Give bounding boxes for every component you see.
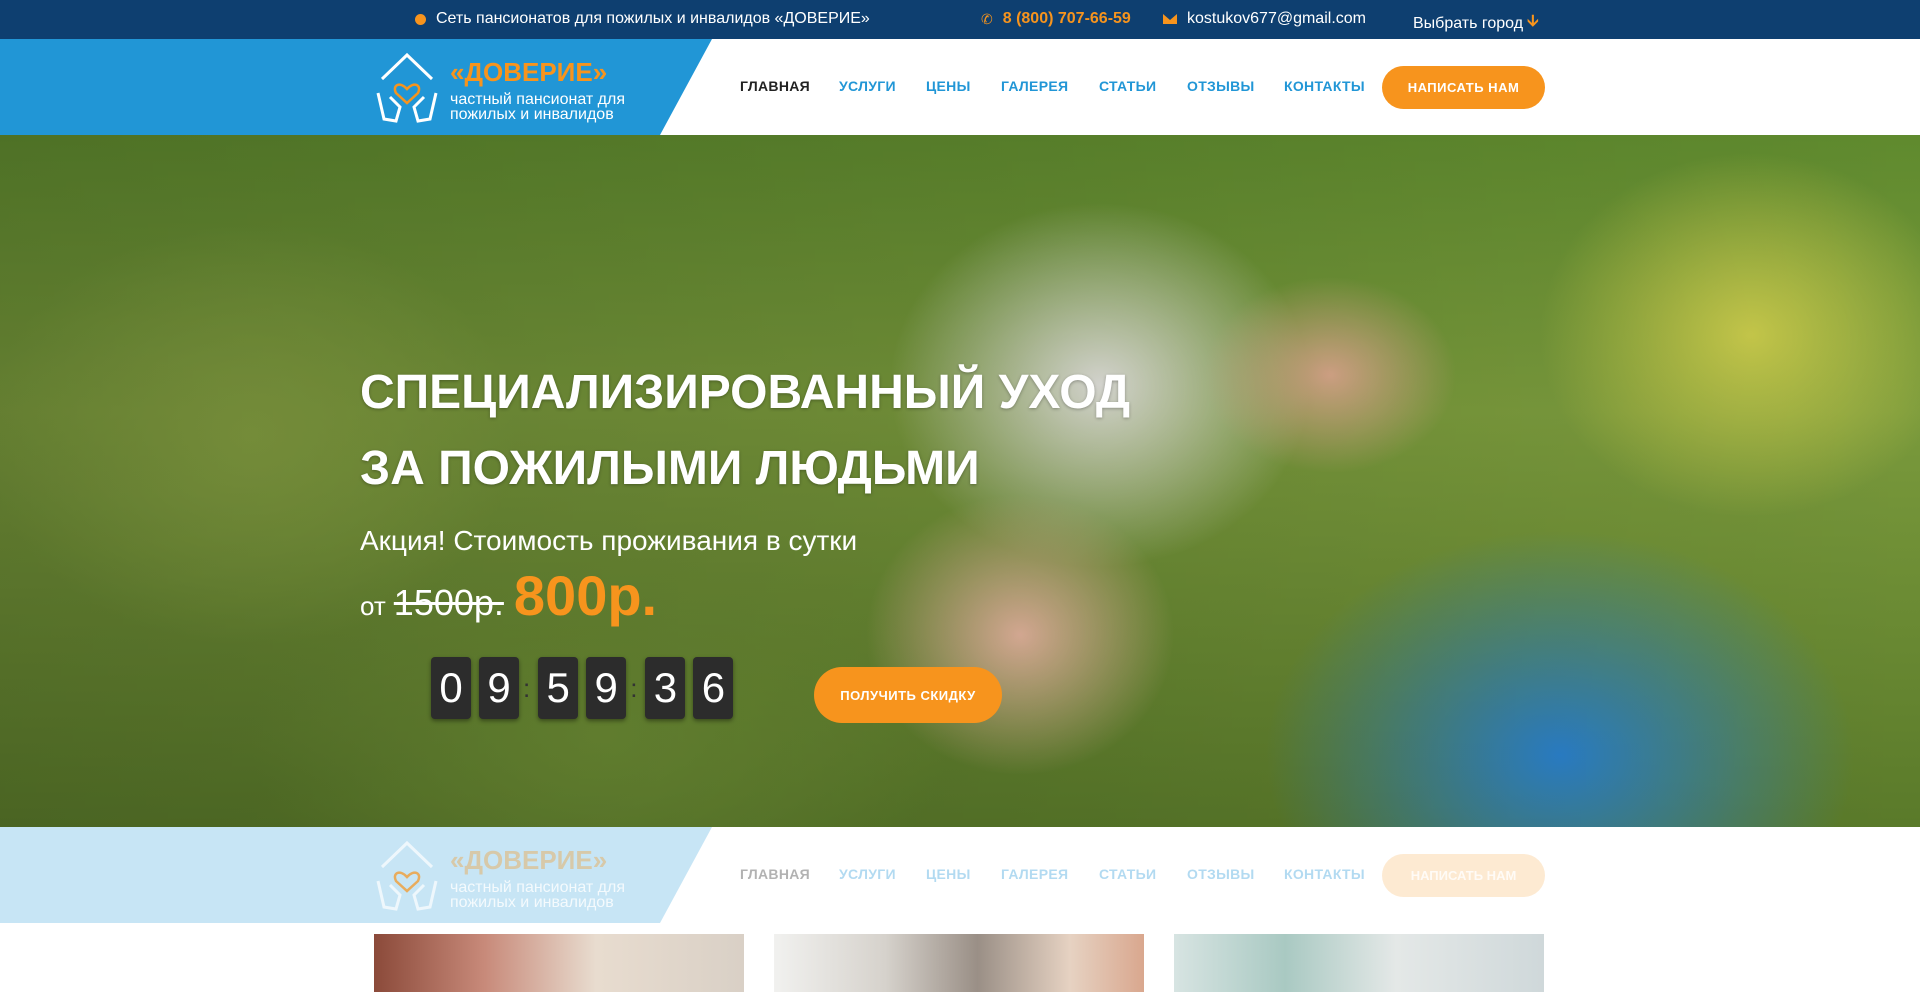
countdown-timer: 0 9 : 5 9 : 3 6 (431, 657, 741, 719)
header: «ДОВЕРИЕ» частный пансионат для пожилых … (0, 39, 1920, 135)
nav-prices[interactable]: ЦЕНЫ (926, 78, 971, 94)
nav-contacts[interactable]: КОНТАКТЫ (1284, 78, 1365, 94)
promo-text: Акция! Стоимость проживания в сутки (360, 525, 858, 556)
phone-number[interactable]: 8 (800) 707-66-59 (1003, 10, 1131, 28)
nav-services[interactable]: УСЛУГИ (839, 78, 896, 94)
price-new: 800р. (513, 564, 658, 627)
ghost-nav-reviews: ОТЗЫВЫ (1187, 866, 1255, 882)
timer-digit: 9 (479, 657, 519, 719)
get-discount-button[interactable]: ПОЛУЧИТЬ СКИДКУ (814, 667, 1002, 723)
logo-icon[interactable] (374, 49, 440, 125)
hero-title-line2: ЗА ПОЖИЛЫМИ ЛЮДЬМИ (360, 442, 980, 495)
contact-us-button[interactable]: НАПИСАТЬ НАМ (1382, 66, 1545, 109)
topbar: Сеть пансионатов для пожилых и инвалидов… (0, 0, 1920, 39)
ghost-logo-subtitle: частный пансионат для пожилых и инвалидо… (450, 879, 626, 911)
ghost-nav-prices: ЦЕНЫ (926, 866, 971, 882)
hero-title-line1: СПЕЦИАЛИЗИРОВАННЫЙ УХОД (360, 366, 1131, 419)
timer-digit: 3 (645, 657, 686, 719)
hero-banner: СПЕЦИАЛИЗИРОВАННЫЙ УХОД ЗА ПОЖИЛЫМИ ЛЮДЬ… (0, 135, 1920, 827)
nav-reviews[interactable]: ОТЗЫВЫ (1187, 78, 1255, 94)
ghost-nav-contacts: КОНТАКТЫ (1284, 866, 1365, 882)
service-card-image[interactable] (374, 934, 744, 992)
ghost-logo-title: «ДОВЕРИЕ» (450, 845, 608, 875)
phone-link[interactable]: ✆ 8 (800) 707-66-59 (981, 10, 1131, 28)
price-row: от 1500р. 800р. (360, 563, 657, 628)
ghost-nav-articles: СТАТЬИ (1099, 866, 1157, 882)
timer-separator: : (630, 672, 638, 703)
ghost-nav-gallery: ГАЛЕРЕЯ (1001, 866, 1069, 882)
phone-icon: ✆ (981, 10, 993, 27)
ghost-nav-services: УСЛУГИ (839, 866, 896, 882)
ghost-logo-icon (376, 840, 438, 911)
logo-subtitle: частный пансионат для пожилых и инвалидо… (450, 91, 626, 123)
envelope-icon (1163, 14, 1177, 24)
nav-articles[interactable]: СТАТЬИ (1099, 78, 1156, 94)
network-text: Сеть пансионатов для пожилых и инвалидов… (436, 10, 870, 27)
nav-gallery[interactable]: ГАЛЕРЕЯ (1001, 78, 1068, 94)
email-link[interactable]: kostukov677@gmail.com (1163, 10, 1366, 28)
timer-digit: 0 (431, 657, 471, 719)
timer-digit: 6 (693, 657, 734, 719)
ghost-nav-home: ГЛАВНАЯ (740, 866, 811, 882)
sticky-header-ghost: «ДОВЕРИЕ» частный пансионат для пожилых … (0, 827, 1920, 923)
price-from: от (360, 591, 386, 621)
timer-digit: 9 (586, 657, 627, 719)
ghost-contact-button: НАПИСАТЬ НАМ (1382, 854, 1545, 897)
price-old: 1500р. (393, 582, 504, 623)
arrow-down-icon: 🡫 (1527, 13, 1539, 30)
email-address[interactable]: kostukov677@gmail.com (1187, 10, 1366, 28)
city-select[interactable]: Выбрать город 🡫 (1413, 10, 1539, 37)
nav-home[interactable]: ГЛАВНАЯ (740, 78, 810, 94)
network-info: Сеть пансионатов для пожилых и инвалидов… (415, 10, 870, 28)
logo-title[interactable]: «ДОВЕРИЕ» (450, 57, 607, 88)
timer-separator: : (523, 672, 531, 703)
service-card-image[interactable] (1174, 934, 1544, 992)
hero-title: СПЕЦИАЛИЗИРОВАННЫЙ УХОД ЗА ПОЖИЛЫМИ ЛЮДЬ… (360, 355, 1130, 507)
timer-digit: 5 (538, 657, 579, 719)
city-select-label[interactable]: Выбрать город (1413, 15, 1523, 33)
service-card-image[interactable] (774, 934, 1144, 992)
circle-icon (415, 13, 426, 25)
